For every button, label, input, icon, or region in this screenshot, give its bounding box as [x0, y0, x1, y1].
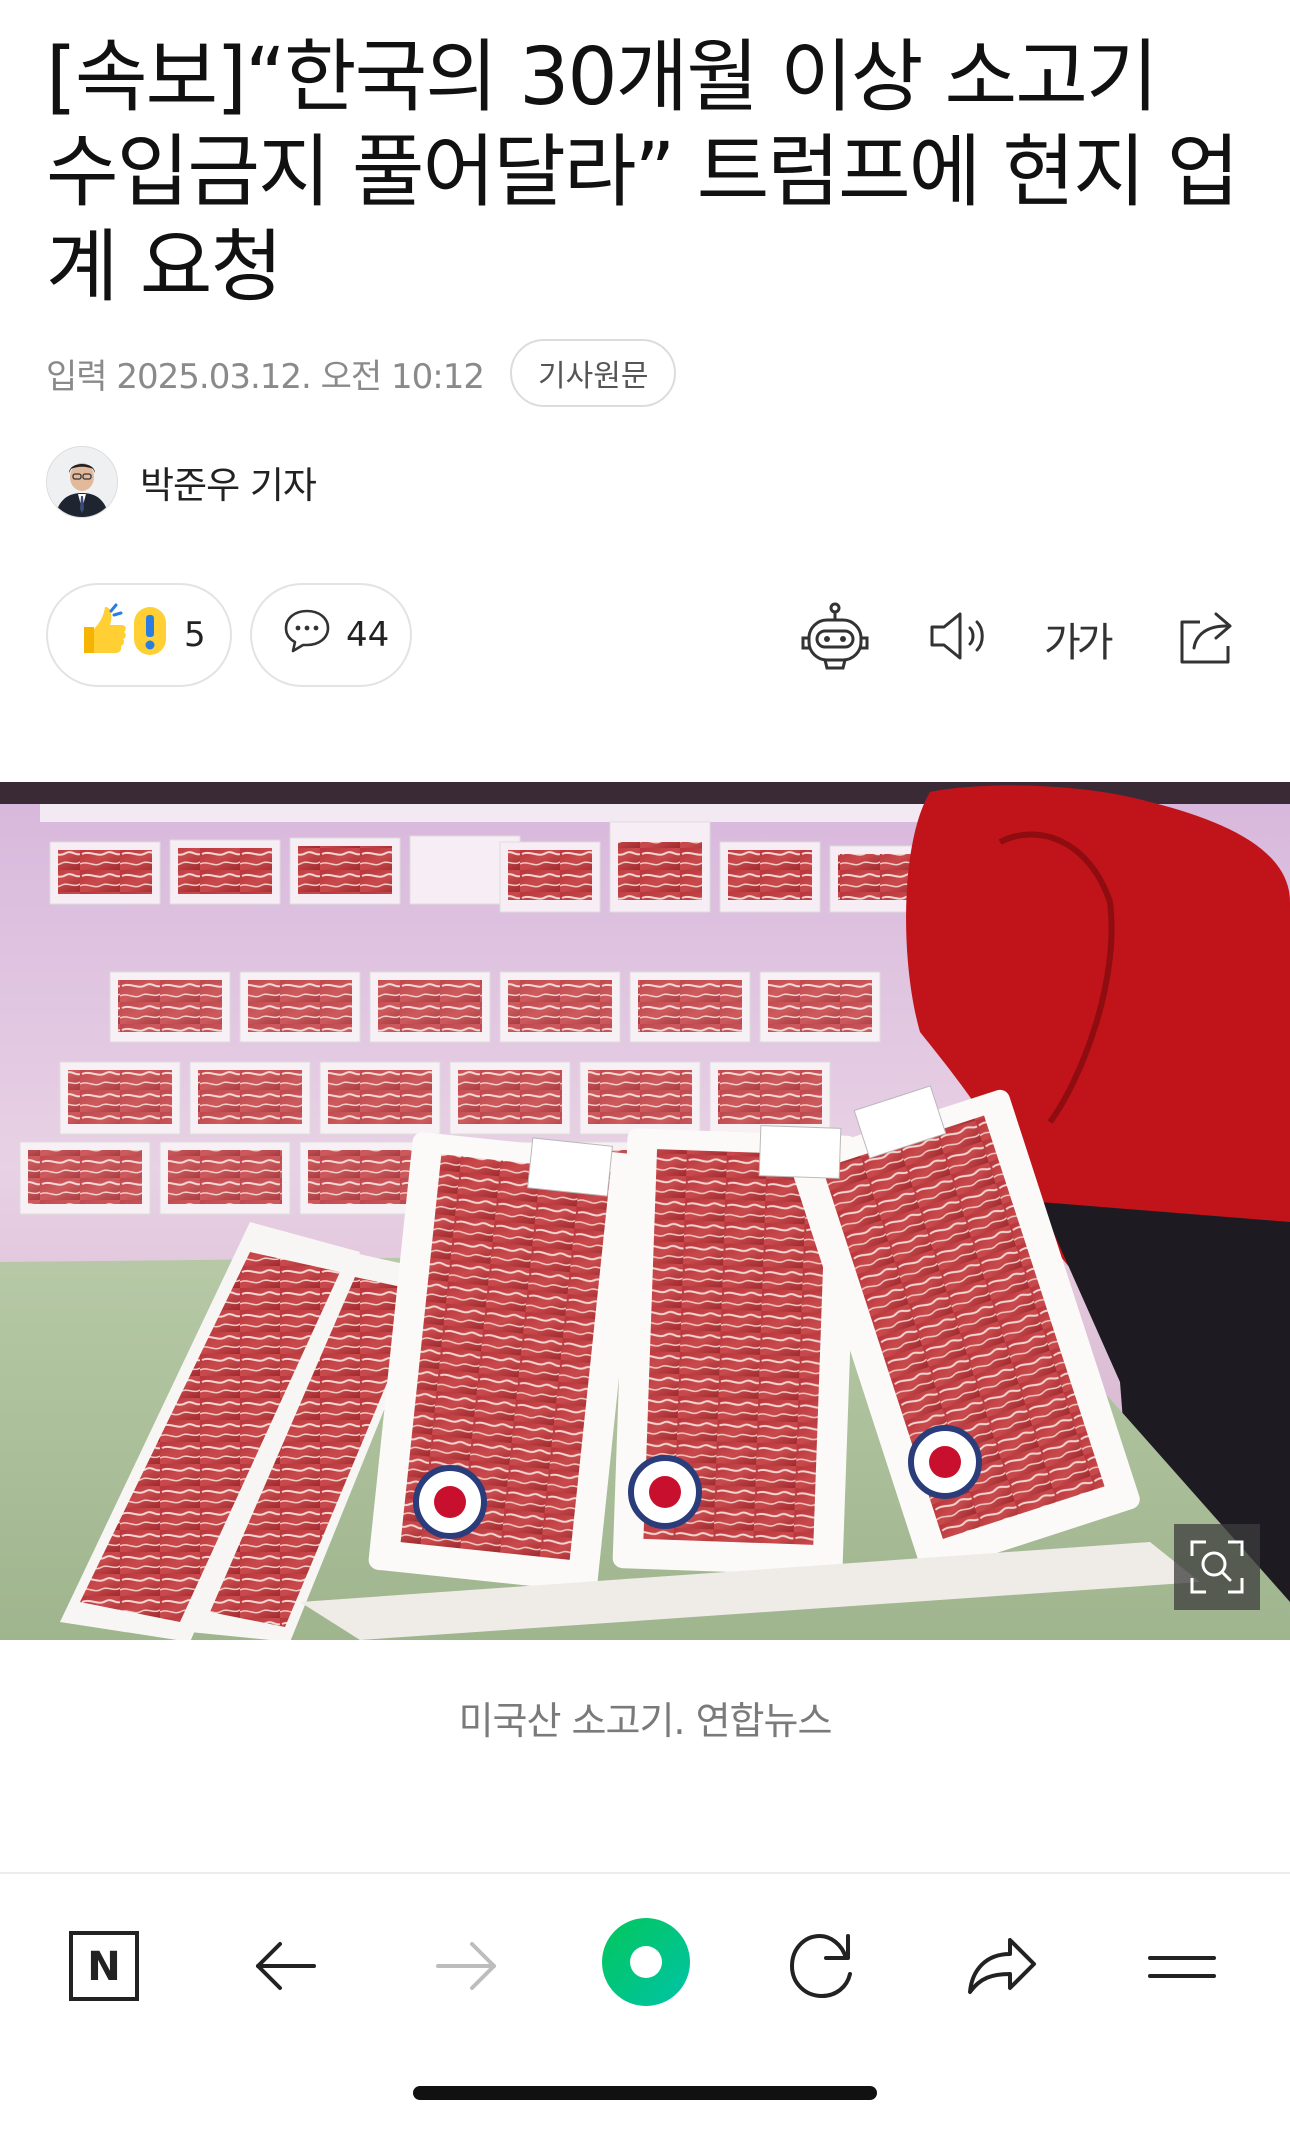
reaction-count: 5 — [184, 615, 206, 655]
beef-display-image — [0, 782, 1290, 1640]
forward-arrow-icon[interactable] — [420, 1920, 512, 2012]
font-size-label: 가가 — [1044, 620, 1114, 666]
back-arrow-icon[interactable] — [240, 1920, 332, 2012]
zoom-icon — [1190, 1540, 1244, 1594]
original-article-button[interactable]: 기사원문 — [510, 339, 677, 407]
reporter-name: 박준우 기자 — [140, 464, 317, 507]
share-arrow-icon[interactable] — [956, 1920, 1048, 2012]
comment-button[interactable]: 44 — [250, 583, 412, 687]
photo-caption: 미국산 소고기. 연합뉴스 — [458, 1699, 833, 1743]
article-headline: [속보]“한국의 30개월 이상 소고기 수입금지 풀어달라” 트럼프에 현지 … — [46, 31, 1240, 313]
refresh-icon[interactable] — [776, 1920, 868, 2012]
share-icon[interactable] — [1170, 598, 1246, 674]
publish-date: 입력 2025.03.12. 오전 10:12 — [46, 356, 485, 397]
comment-count: 44 — [346, 615, 390, 655]
reporter-avatar — [46, 446, 118, 518]
home-indicator[interactable] — [413, 2086, 877, 2100]
comment-bubble-icon — [282, 606, 332, 665]
browser-toolbar: N — [0, 1872, 1290, 2129]
robot-summary-icon[interactable] — [797, 598, 873, 674]
speaker-icon[interactable] — [922, 598, 998, 674]
article-photo[interactable] — [0, 782, 1290, 1640]
green-dot-icon[interactable] — [598, 1914, 694, 2010]
zoom-button[interactable] — [1174, 1524, 1260, 1610]
article-meta: 입력 2025.03.12. 오전 10:12 기사원문 — [46, 337, 677, 409]
thumbs-exclaim-icon — [78, 603, 170, 668]
reporter-info[interactable]: 박준우 기자 — [46, 446, 317, 518]
font-size-icon[interactable]: 가가 — [1044, 598, 1130, 674]
naver-n-icon[interactable]: N — [58, 1920, 150, 2012]
reaction-button[interactable]: 5 — [46, 583, 232, 687]
menu-icon[interactable] — [1136, 1920, 1228, 2012]
naver-n-label: N — [87, 1944, 120, 1990]
